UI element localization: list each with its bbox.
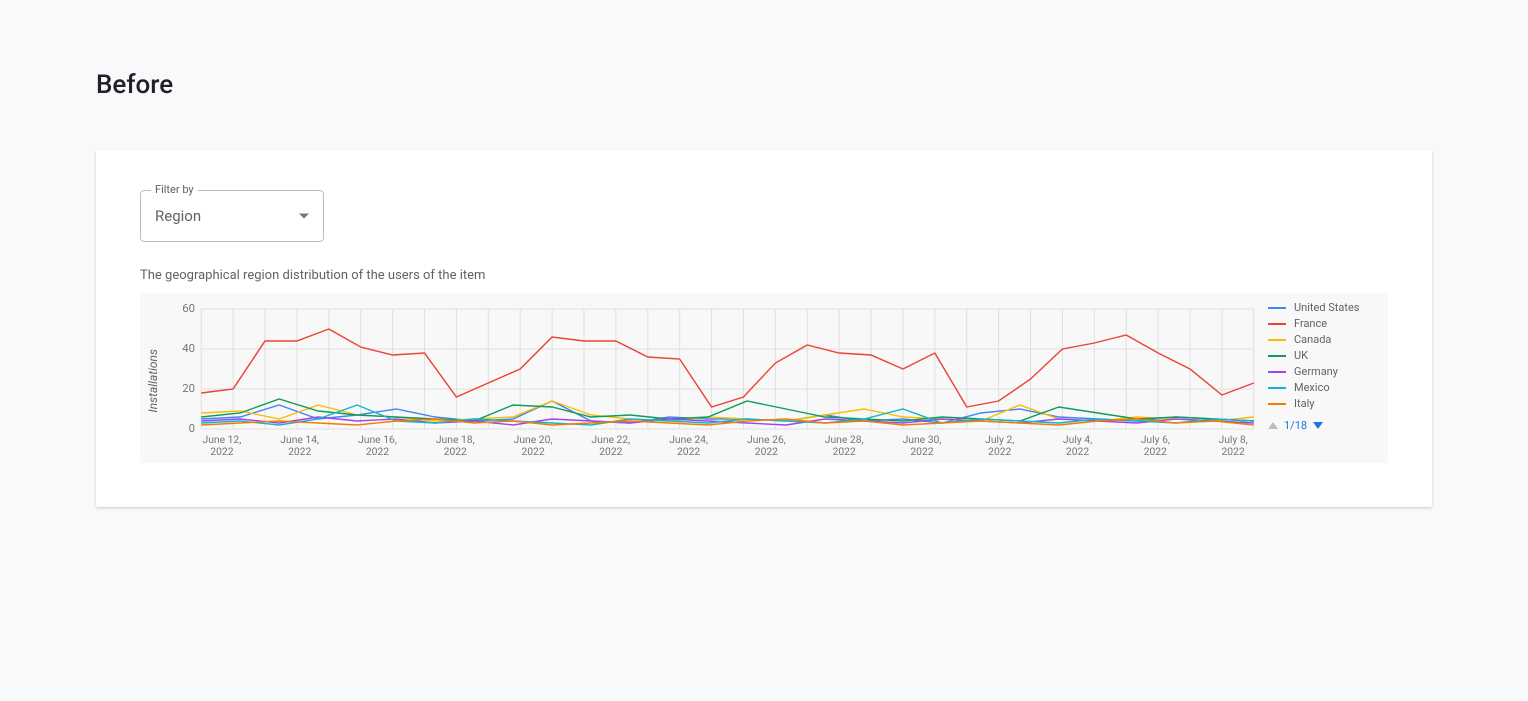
svg-text:June 26,: June 26, [747,435,786,446]
legend-prev-icon[interactable] [1268,422,1278,429]
svg-text:2022: 2022 [677,447,701,458]
legend-item[interactable]: UK [1268,349,1378,362]
svg-text:20: 20 [182,382,195,395]
chevron-down-icon [299,214,309,219]
page-title: Before [96,70,1432,100]
legend-item[interactable]: Mexico [1268,381,1378,394]
svg-text:June 24,: June 24, [669,435,708,446]
legend-swatch [1268,371,1286,373]
legend-page-indicator: 1/18 [1284,419,1307,432]
svg-text:2022: 2022 [444,447,468,458]
svg-text:June 20,: June 20, [514,435,553,446]
svg-text:2022: 2022 [1222,447,1246,458]
chart-container: Installations 0204060June 12,2022June 14… [140,293,1388,463]
legend-label: UK [1294,349,1308,362]
legend-next-icon[interactable] [1313,422,1323,429]
svg-text:July 2,: July 2, [985,435,1014,446]
legend-label: Germany [1294,365,1338,378]
y-axis-label: Installations [146,349,160,412]
legend-label: Canada [1294,333,1331,346]
legend-label: France [1294,317,1327,330]
svg-text:2022: 2022 [288,447,312,458]
chart-description: The geographical region distribution of … [140,268,1388,283]
svg-text:2022: 2022 [521,447,545,458]
line-chart: 0204060June 12,2022June 14,2022June 16,2… [164,301,1260,461]
legend-item[interactable]: Germany [1268,365,1378,378]
legend-swatch [1268,355,1286,357]
legend-label: Italy [1294,397,1314,410]
svg-text:June 22,: June 22, [591,435,630,446]
svg-text:2022: 2022 [910,447,934,458]
legend-pager: 1/18 [1268,419,1378,432]
svg-text:2022: 2022 [366,447,390,458]
svg-text:2022: 2022 [988,447,1012,458]
svg-text:June 28,: June 28, [825,435,864,446]
legend-swatch [1268,323,1286,325]
svg-text:2022: 2022 [599,447,623,458]
chart-card: Filter by Region The geographical region… [96,150,1432,507]
svg-text:June 12,: June 12, [203,435,242,446]
svg-text:0: 0 [189,422,195,435]
legend-swatch [1268,307,1286,309]
legend-label: United States [1294,301,1359,314]
chart-legend: United States France Canada UK Germany Mexico… [1260,301,1378,461]
svg-text:2022: 2022 [833,447,857,458]
svg-text:40: 40 [182,342,195,355]
legend-label: Mexico [1294,381,1330,394]
legend-item[interactable]: France [1268,317,1378,330]
legend-swatch [1268,403,1286,405]
legend-swatch [1268,339,1286,341]
svg-text:60: 60 [182,302,195,315]
svg-text:July 6,: July 6, [1141,435,1170,446]
filter-label: Filter by [151,183,198,196]
legend-swatch [1268,387,1286,389]
filter-value: Region [155,207,201,225]
svg-text:2022: 2022 [1144,447,1168,458]
legend-item[interactable]: Italy [1268,397,1378,410]
svg-text:2022: 2022 [210,447,234,458]
svg-text:July 4,: July 4, [1063,435,1092,446]
svg-text:2022: 2022 [1066,447,1090,458]
svg-text:June 16,: June 16, [358,435,397,446]
svg-text:June 18,: June 18, [436,435,475,446]
legend-item[interactable]: Canada [1268,333,1378,346]
legend-item[interactable]: United States [1268,301,1378,314]
filter-by-select[interactable]: Filter by Region [140,190,324,242]
svg-text:2022: 2022 [755,447,779,458]
svg-text:June 14,: June 14, [280,435,319,446]
svg-text:July 8,: July 8, [1219,435,1248,446]
svg-text:June 30,: June 30, [903,435,942,446]
